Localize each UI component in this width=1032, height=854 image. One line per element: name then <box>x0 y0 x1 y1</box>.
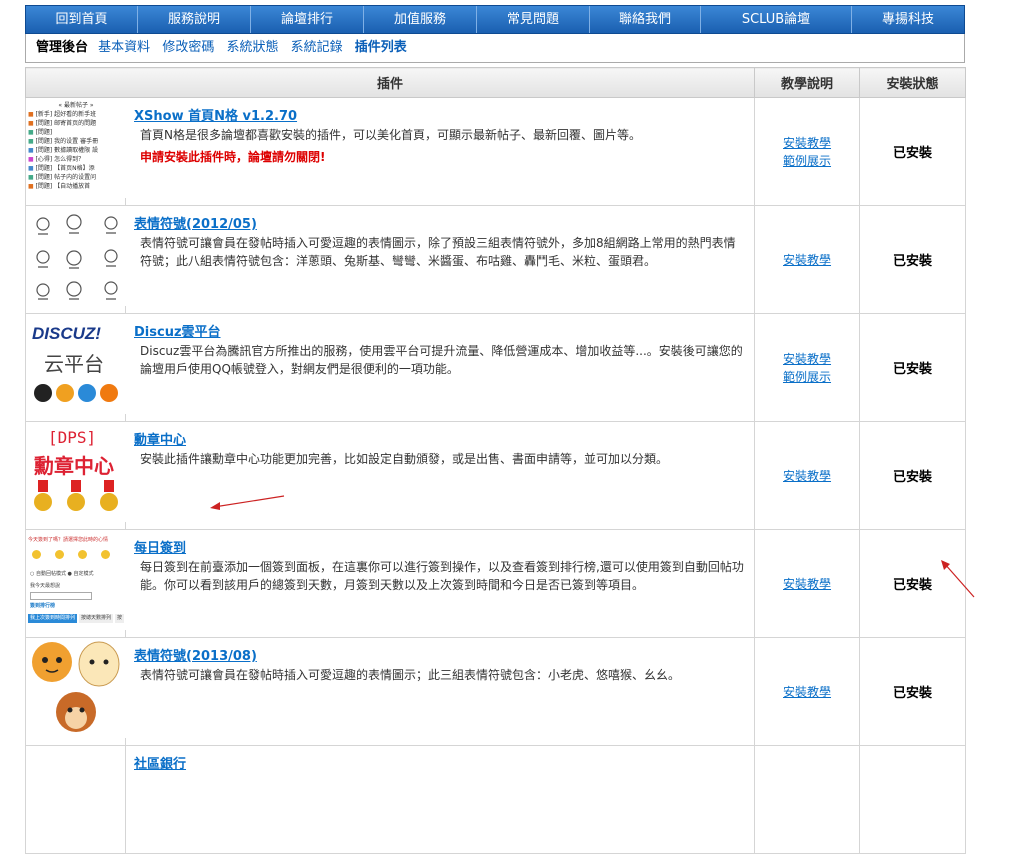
medal-center-logo: [DPS] 勳章中心 <box>26 422 126 522</box>
plugin-title[interactable]: 每日簽到 <box>134 537 746 556</box>
tutorial-cell: 安裝教學 範例展示 <box>754 97 861 206</box>
discuz-logo: DISCUZ! 云平台 <box>26 314 126 414</box>
thumb-line: ■ [問題] <box>28 129 53 136</box>
install-tutorial-link[interactable]: 安裝教學 <box>755 350 859 368</box>
table-row: DISCUZ! 云平台 Discuz雲平台 Discuz雲平台為騰訊官方所推出的… <box>25 313 967 422</box>
emoticon-characters-thumbnail <box>26 638 126 738</box>
thumb-line: ■ [心得] 怎么得到？ <box>28 156 85 163</box>
install-status: 已安裝 <box>859 97 967 206</box>
thumb-line: ■ [問題] 【首页N格】添 <box>28 165 95 172</box>
annotation-arrow-right <box>941 560 975 598</box>
thumb-line: ■ [新手] 超好看的新手班 <box>28 111 97 118</box>
table-row: [DPS] 勳章中心 勳章中心 安裝此插件讓勳章中心功能更加完善，比如設定自動頒… <box>25 421 967 530</box>
nav-contact[interactable]: 聯絡我們 <box>590 6 701 33</box>
thumb-line: « 最新帖子 » <box>58 102 94 109</box>
page-wrapper: 回到首頁 服務說明 論壇排行 加值服務 常見問題 聯絡我們 SCLUB論壇 專揚… <box>24 5 967 854</box>
plugin-title[interactable]: Discuz雲平台 <box>134 321 746 340</box>
plugin-thumbnail: [DPS] 勳章中心 <box>25 421 126 530</box>
link-system-log[interactable]: 系統記錄 <box>291 40 343 55</box>
plugin-description-cell: 表情符號(2013/08) 表情符號可讓會員在發帖時插入可愛逗趣的表情圖示；此三… <box>124 637 756 746</box>
nav-faq[interactable]: 常見問題 <box>477 6 590 33</box>
thumb-line: ■ [問題] 【自动播放首 <box>28 183 91 190</box>
plugin-description: Discuz雲平台為騰訊官方所推出的服務，使用雲平台可提升流量、降低營運成本、增… <box>140 344 743 376</box>
nav-ranking[interactable]: 論壇排行 <box>251 6 364 33</box>
install-tutorial-link[interactable]: 安裝教學 <box>755 575 859 593</box>
plugin-description-cell: XShow 首頁N格 v1.2.70 首頁N格是很多論壇都喜歡安裝的插件，可以美… <box>124 97 756 206</box>
demo-link[interactable]: 範例展示 <box>755 368 859 386</box>
table-row: 今天簽到了嗎？請選擇您此時的心情 ○ 自動回帖模式 ● 自定模式 我今天最想說 … <box>25 529 967 638</box>
link-system-status[interactable]: 系統狀態 <box>226 40 278 55</box>
install-status: 已安裝 <box>859 637 967 746</box>
table-row: « 最新帖子 » ■ [新手] 超好看的新手班 ■ [問題] 邮寄首页的問題 ■… <box>25 97 967 206</box>
install-status <box>859 745 967 854</box>
nav-company[interactable]: 專揚科技 <box>852 6 964 33</box>
plugin-thumbnail <box>25 205 126 314</box>
nav-addon[interactable]: 加值服務 <box>364 6 477 33</box>
header-tutorial: 教學說明 <box>754 67 861 98</box>
plugin-description: 每日簽到在前臺添加一個簽到面板，在這裏你可以進行簽到操作，以及查看簽到排行榜,還… <box>140 560 744 592</box>
plugin-thumbnail: DISCUZ! 云平台 <box>25 313 126 422</box>
plugin-title[interactable]: XShow 首頁N格 v1.2.70 <box>134 105 746 124</box>
tutorial-cell <box>754 745 861 854</box>
install-tutorial-link[interactable]: 安裝教學 <box>755 134 859 152</box>
admin-title: 管理後台 <box>36 40 89 55</box>
header-status: 安裝狀態 <box>859 67 967 98</box>
plugin-thumbnail: 今天簽到了嗎？請選擇您此時的心情 ○ 自動回帖模式 ● 自定模式 我今天最想說 … <box>25 529 126 638</box>
emoticon-thumbnail <box>26 206 126 306</box>
nav-home[interactable]: 回到首頁 <box>26 6 138 33</box>
table-row: 社區銀行 <box>25 745 967 854</box>
nav-sclub[interactable]: SCLUB論壇 <box>701 6 852 33</box>
demo-link[interactable]: 範例展示 <box>755 152 859 170</box>
plugin-description-cell: Discuz雲平台 Discuz雲平台為騰訊官方所推出的服務，使用雲平台可提升流… <box>124 313 756 422</box>
install-status: 已安裝 <box>859 421 967 530</box>
install-status: 已安裝 <box>859 313 967 422</box>
install-tutorial-link[interactable]: 安裝教學 <box>755 683 859 701</box>
plugin-table: 插件 教學說明 安裝狀態 « 最新帖子 » ■ [新手] 超好看的新手班 ■ [… <box>24 67 967 854</box>
sub-navigation: 管理後台 基本資料 修改密碼 系統狀態 系統記錄 插件列表 <box>25 34 965 63</box>
tutorial-cell: 安裝教學 範例展示 <box>754 313 861 422</box>
table-row: 表情符號(2013/08) 表情符號可讓會員在發帖時插入可愛逗趣的表情圖示；此三… <box>25 637 967 746</box>
plugin-description: 安裝此插件讓勳章中心功能更加完善，比如設定自動頒發，或是出售、書面申請等，並可加… <box>140 452 669 466</box>
tutorial-cell: 安裝教學 <box>754 637 861 746</box>
link-change-password[interactable]: 修改密碼 <box>162 40 214 55</box>
plugin-description: 表情符號可讓會員在發帖時插入可愛逗趣的表情圖示；此三組表情符號包含：小老虎、悠嘻… <box>140 668 681 682</box>
plugin-thumbnail <box>25 745 126 854</box>
plugin-thumbnail <box>25 637 126 746</box>
tutorial-cell: 安裝教學 <box>754 205 861 314</box>
plugin-title[interactable]: 表情符號(2013/08) <box>134 645 746 664</box>
link-plugin-list[interactable]: 插件列表 <box>355 40 407 55</box>
install-tutorial-link[interactable]: 安裝教學 <box>755 467 859 485</box>
plugin-description-cell: 表情符號(2012/05) 表情符號可讓會員在發帖時插入可愛逗趣的表情圖示，除了… <box>124 205 756 314</box>
link-basic-info[interactable]: 基本資料 <box>98 40 150 55</box>
plugin-title[interactable]: 社區銀行 <box>134 753 746 772</box>
plugin-description: 表情符號可讓會員在發帖時插入可愛逗趣的表情圖示，除了預設三組表情符號外，多加8組… <box>140 236 736 268</box>
plugin-description: 首頁N格是很多論壇都喜歡安裝的插件，可以美化首頁，可顯示最新帖子、最新回覆、圖片… <box>140 128 641 142</box>
header-plugin: 插件 <box>24 67 756 98</box>
annotation-arrow-left <box>210 495 285 510</box>
signin-thumbnail: 今天簽到了嗎？請選擇您此時的心情 ○ 自動回帖模式 ● 自定模式 我今天最想說 … <box>26 530 126 630</box>
thumb-line: ■ [問題] 邮寄首页的問題 <box>28 120 97 127</box>
plugin-thumbnail: « 最新帖子 » ■ [新手] 超好看的新手班 ■ [問題] 邮寄首页的問題 ■… <box>25 97 126 206</box>
install-tutorial-link[interactable]: 安裝教學 <box>755 251 859 269</box>
thumb-line: ■ [問題] 數據讀取權限 設 <box>28 147 99 154</box>
plugin-title[interactable]: 表情符號(2012/05) <box>134 213 746 232</box>
plugin-warning: 申請安裝此插件時，論壇請勿關閉! <box>140 150 326 164</box>
nav-service[interactable]: 服務說明 <box>138 6 251 33</box>
tutorial-cell: 安裝教學 <box>754 421 861 530</box>
table-header: 插件 教學說明 安裝狀態 <box>24 67 967 98</box>
thumb-line: ■ [問題] 帖子内的设置问 <box>28 174 97 181</box>
table-row: 表情符號(2012/05) 表情符號可讓會員在發帖時插入可愛逗趣的表情圖示，除了… <box>25 205 967 314</box>
plugin-description-cell: 社區銀行 <box>124 745 756 854</box>
tutorial-cell: 安裝教學 <box>754 529 861 638</box>
plugin-title[interactable]: 勳章中心 <box>134 429 746 448</box>
top-navigation: 回到首頁 服務說明 論壇排行 加值服務 常見問題 聯絡我們 SCLUB論壇 專揚… <box>25 5 965 34</box>
plugin-description-cell: 每日簽到 每日簽到在前臺添加一個簽到面板，在這裏你可以進行簽到操作，以及查看簽到… <box>124 529 756 638</box>
thumb-line: ■ [問題] 我的设置 審手冊 <box>28 138 99 145</box>
install-status: 已安裝 <box>859 205 967 314</box>
